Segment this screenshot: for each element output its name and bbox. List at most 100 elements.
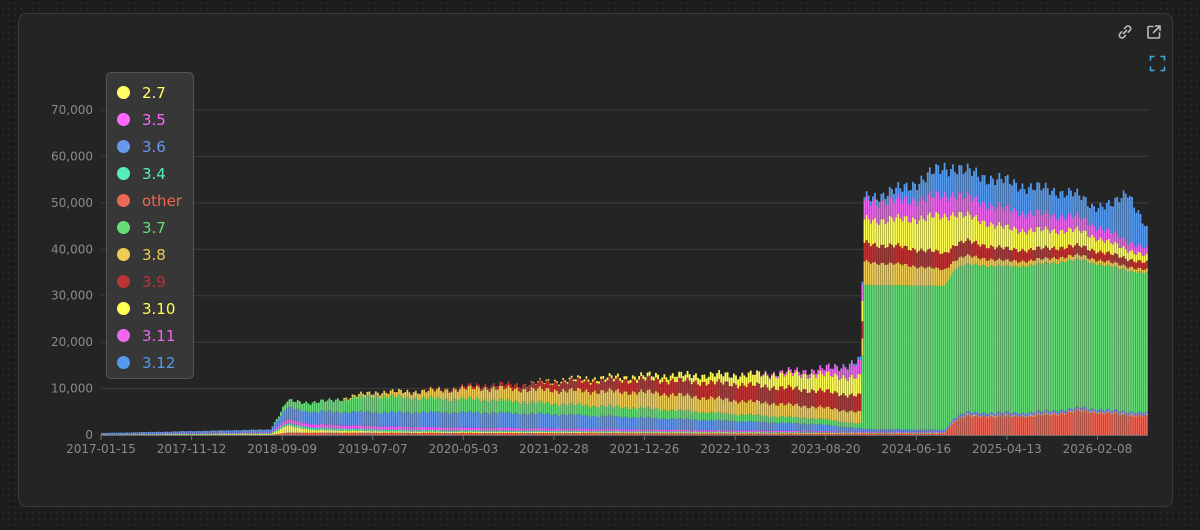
bar-segment xyxy=(589,432,592,434)
legend-item[interactable]: 3.8 xyxy=(107,241,193,268)
bar-segment xyxy=(857,432,860,433)
bar-segment xyxy=(661,410,664,419)
bar-segment xyxy=(307,429,310,433)
bar-segment xyxy=(678,431,681,433)
legend-item[interactable]: 3.6 xyxy=(107,133,193,160)
bar-segment xyxy=(857,393,860,411)
bar-segment xyxy=(322,399,324,411)
bar-segment xyxy=(745,415,748,423)
bar-segment xyxy=(1086,236,1089,251)
legend-item[interactable]: other xyxy=(107,187,193,214)
bar-segment xyxy=(699,431,702,433)
bar-segment xyxy=(983,258,986,266)
bar-segment xyxy=(509,433,512,435)
bar-segment xyxy=(612,381,615,393)
bar-segment xyxy=(513,433,516,435)
bar-segment xyxy=(966,411,969,414)
bar-segment xyxy=(465,427,468,431)
bar-segment xyxy=(273,431,276,435)
bar-segment xyxy=(1051,263,1053,411)
bar-segment xyxy=(720,382,723,399)
x-tick-label: 2025-04-13 xyxy=(972,442,1042,456)
bar-segment xyxy=(661,432,664,434)
bar-segment xyxy=(193,433,196,434)
bar-segment xyxy=(412,432,415,435)
bar-segment xyxy=(905,216,908,246)
bar-segment xyxy=(960,240,963,257)
bar-segment xyxy=(358,393,360,397)
bar-segment xyxy=(206,430,209,434)
bar-segment xyxy=(414,397,417,412)
legend-item[interactable]: 3.5 xyxy=(107,106,193,133)
legend-item[interactable]: 3.12 xyxy=(107,349,193,376)
bar-segment xyxy=(840,368,843,379)
bar-segment xyxy=(223,432,225,434)
bar-segment xyxy=(985,417,988,435)
bar-segment xyxy=(678,392,681,410)
bar-segment xyxy=(998,258,1001,265)
bar-segment xyxy=(178,433,181,435)
bar-segment xyxy=(990,412,992,415)
legend-item[interactable]: 2.7 xyxy=(107,79,193,106)
bar-segment xyxy=(1048,413,1051,415)
bar-segment xyxy=(1067,212,1070,228)
bar-segment xyxy=(419,427,421,431)
bar-segment xyxy=(821,368,824,375)
bar-segment xyxy=(427,432,430,435)
bar-segment xyxy=(370,426,373,430)
bar-segment xyxy=(570,413,573,429)
bar-segment xyxy=(1080,220,1083,233)
bar-segment xyxy=(652,380,655,394)
bar-segment xyxy=(975,255,978,264)
bar-segment xyxy=(482,400,485,414)
bar-segment xyxy=(168,431,171,434)
bar-segment xyxy=(454,399,457,413)
bar-segment xyxy=(636,379,638,383)
bar-segment xyxy=(682,433,685,435)
bar-segment xyxy=(1078,195,1081,218)
bar-segment xyxy=(619,417,622,430)
bar-segment xyxy=(1124,249,1127,259)
bar-segment xyxy=(874,261,876,285)
bar-segment xyxy=(1019,231,1022,252)
bar-segment xyxy=(1017,415,1020,417)
bar-segment xyxy=(583,428,586,432)
legend-item[interactable]: 3.4 xyxy=(107,160,193,187)
bar-segment xyxy=(874,431,876,433)
bar-segment xyxy=(539,431,541,433)
bar-segment xyxy=(1103,411,1106,413)
bar-segment xyxy=(549,415,552,429)
legend-item[interactable]: 3.10 xyxy=(107,295,193,322)
bar-segment xyxy=(912,265,914,286)
bar-segment xyxy=(783,432,786,433)
bar-segment xyxy=(1040,231,1043,250)
bar-segment xyxy=(178,434,181,435)
legend-item[interactable]: 3.11 xyxy=(107,322,193,349)
legend-item[interactable]: 3.7 xyxy=(107,214,193,241)
bar-segment xyxy=(433,430,436,432)
bar-segment xyxy=(558,406,560,417)
bar-segment xyxy=(568,403,571,415)
bar-segment xyxy=(174,431,177,434)
bar-segment xyxy=(574,428,577,431)
bar-segment xyxy=(897,433,900,435)
x-tick-label: 2021-12-26 xyxy=(610,442,680,456)
bar-segment xyxy=(200,433,202,435)
bar-segment xyxy=(604,392,607,408)
bar-segment xyxy=(488,414,491,429)
bar-segment xyxy=(1034,215,1037,232)
bar-segment xyxy=(366,391,369,396)
legend-item[interactable]: 3.9 xyxy=(107,268,193,295)
bar-segment xyxy=(1021,260,1024,266)
bar-segment xyxy=(326,432,329,435)
bar-segment xyxy=(423,426,426,430)
bar-segment xyxy=(277,428,280,431)
bar-segment xyxy=(1112,244,1114,256)
bar-segment xyxy=(676,431,678,433)
bar-segment xyxy=(954,197,956,217)
bar-segment xyxy=(307,427,310,430)
bar-segment xyxy=(130,432,133,435)
bar-segment xyxy=(1006,411,1009,414)
bar-segment xyxy=(307,403,310,413)
bar-segment xyxy=(836,433,839,435)
